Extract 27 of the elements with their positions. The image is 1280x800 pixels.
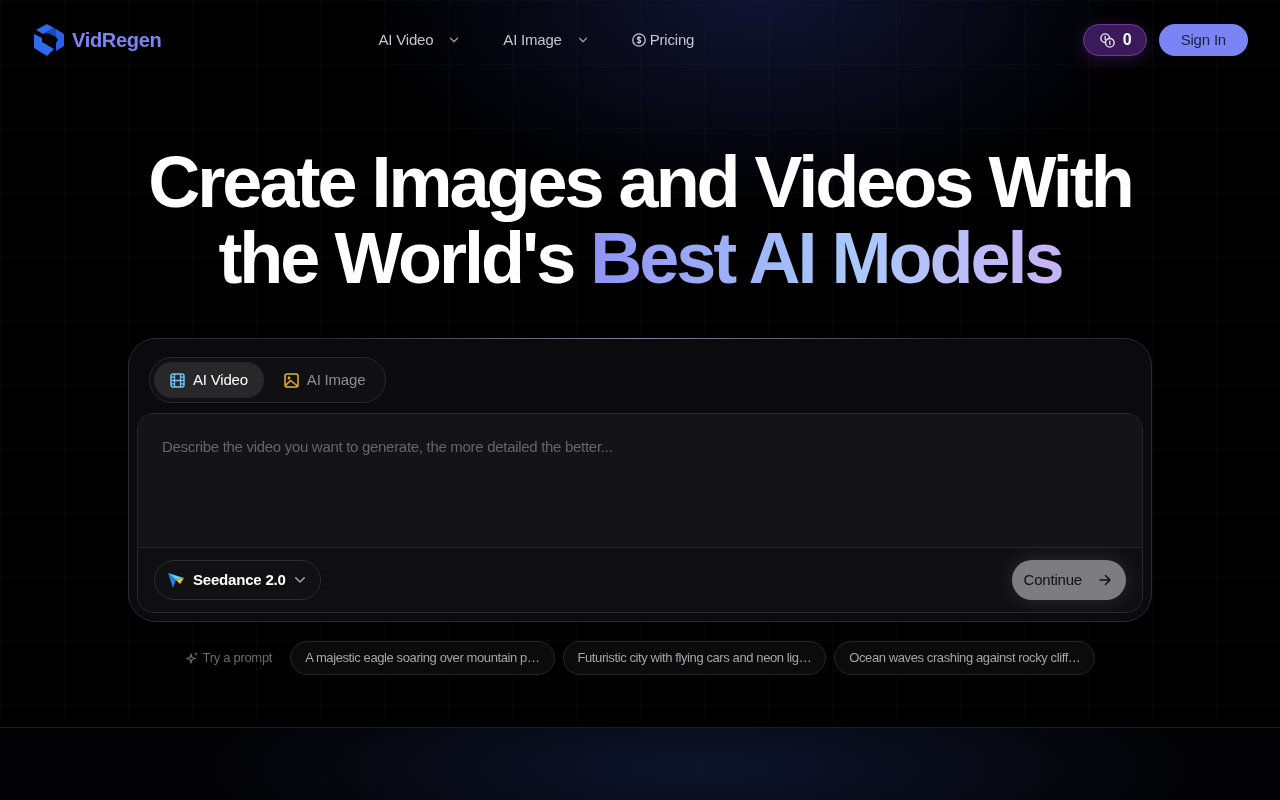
picture-icon (283, 372, 299, 388)
prompt-field[interactable]: Describe the video you want to generate, the more detailed the better... (138, 414, 1142, 547)
film-icon (170, 372, 185, 388)
arrow-right-icon (1098, 573, 1112, 587)
nav-link[interactable]: Pricing (631, 28, 695, 52)
prompt-suggestion[interactable]: Ocean waves crashing against rocky cliff… (834, 641, 1096, 675)
nav-dropdown[interactable]: AI Image (503, 28, 588, 52)
mode-tab[interactable]: AI Video (154, 362, 264, 398)
hero-heading: Create Images and Videos With (147, 144, 1133, 220)
prompt-suggestion[interactable]: A majestic eagle soaring over mountain p… (290, 641, 555, 675)
logo-link[interactable]: VidRegen (34, 24, 162, 56)
continue-button[interactable]: Continue (1011, 560, 1126, 600)
chevron-down-icon (449, 35, 460, 45)
chevron-down-icon (293, 574, 306, 586)
coins-icon (1099, 32, 1115, 48)
nav-dropdown[interactable]: AI Video (378, 28, 460, 52)
hexagon-logo-icon (34, 24, 64, 56)
dollar-circle-icon (631, 33, 646, 47)
chevron-down-icon (577, 35, 588, 45)
model-dropdown[interactable]: Seedance 2.0 (154, 560, 321, 600)
credits-button[interactable]: 0 (1082, 24, 1147, 56)
sign-in-button[interactable]: Sign In (1158, 24, 1248, 56)
sparkle-icon (184, 651, 199, 665)
prompt-suggestion[interactable]: Futuristic city with flying cars and neon lig… (562, 641, 827, 675)
paper-plane-icon (167, 571, 185, 589)
try-prompt-label: Try a prompt (202, 649, 273, 668)
mode-tab[interactable]: AI Image (267, 362, 382, 398)
